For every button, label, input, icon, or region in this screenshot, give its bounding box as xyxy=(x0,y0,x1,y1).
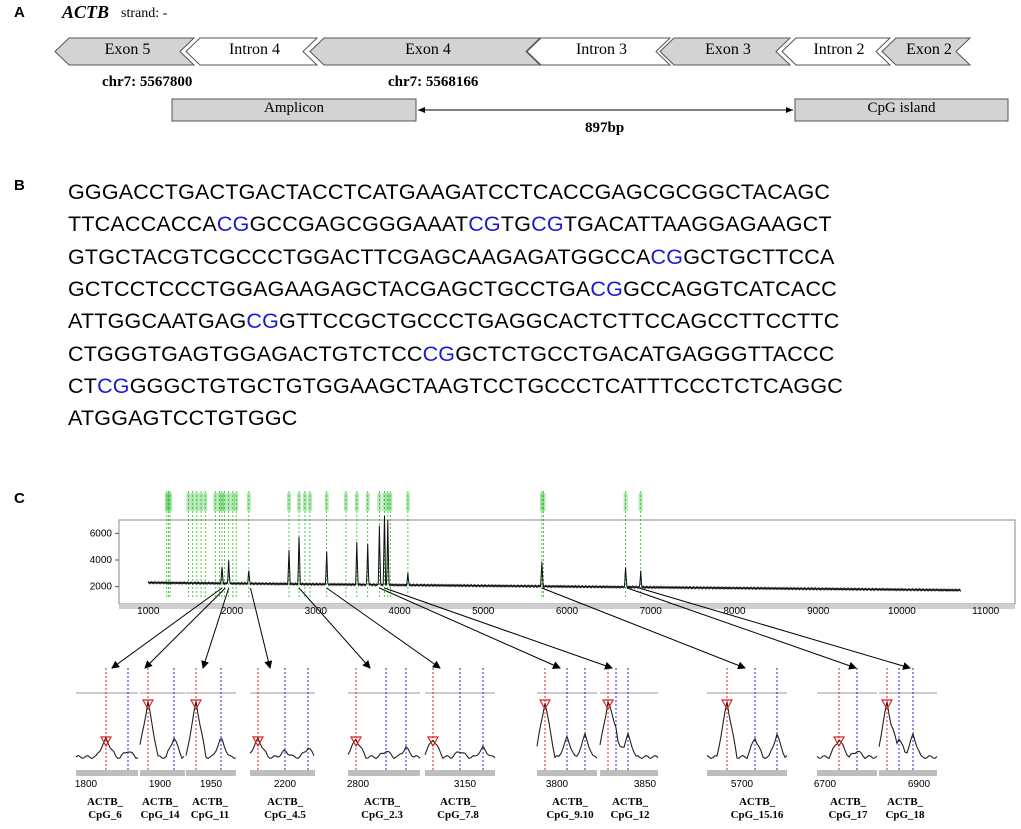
zoom-trace xyxy=(599,699,659,760)
zoom-tick-label: 6700 xyxy=(814,779,837,790)
zoom-panel: 5700 xyxy=(706,668,788,790)
zoom-tick-label: 3850 xyxy=(634,779,657,790)
zoom-trace xyxy=(75,736,139,760)
zoom-axis-bar xyxy=(186,770,236,776)
zoom-axis-bar xyxy=(600,770,658,776)
zoom-axis-bar xyxy=(250,770,315,776)
zoom-tick-label: 2800 xyxy=(347,779,370,790)
zoom-axis-bar xyxy=(348,770,420,776)
zoom-tick-label: 6900 xyxy=(908,779,931,790)
zoom-panel-label: ACTB_ CpG_12 xyxy=(610,796,650,821)
zoom-trace xyxy=(706,701,788,760)
zoom-tick-label: 3800 xyxy=(546,779,569,790)
zoom-panel: 3850 xyxy=(599,668,659,790)
zoom-panel-label: ACTB_ CpG_4.5 xyxy=(264,796,306,821)
zoom-panel-label: ACTB_ CpG_2.3 xyxy=(361,796,403,821)
zoom-axis-bar xyxy=(140,770,185,776)
zoom-panel: 1900 xyxy=(139,668,185,790)
zoom-axis-bar xyxy=(817,770,877,776)
zoom-panel-label: ACTB_ CpG_18 xyxy=(885,796,925,821)
zoom-axis-bar xyxy=(879,770,937,776)
zoom-panel: 2800 xyxy=(347,668,421,790)
zoom-axis-bar xyxy=(425,770,495,776)
zoom-axis-bar xyxy=(537,770,597,776)
zoom-panel-label: ACTB_ CpG_15.16 xyxy=(730,796,784,821)
zoom-tick-label: 1800 xyxy=(75,779,98,790)
zoom-tick-label: 2200 xyxy=(274,779,297,790)
zoom-tick-label: 5700 xyxy=(731,779,754,790)
zoom-panel-label: ACTB_ CpG_7.8 xyxy=(437,796,479,821)
zoom-panel: 3800 xyxy=(536,668,598,790)
zoom-tick-label: 1950 xyxy=(200,779,223,790)
zoom-panel-label: ACTB_ CpG_11 xyxy=(190,796,230,821)
zoom-trace xyxy=(878,701,938,760)
zoom-tick-label: 3150 xyxy=(454,779,477,790)
zoom-panels: 1800 1900 1950 2200 2800 3150 3800 3850 5700 6700… xyxy=(75,668,938,790)
zoom-panel: 3150 xyxy=(424,668,496,790)
zoom-trace xyxy=(139,701,185,760)
zoom-axis-bar xyxy=(76,770,138,776)
zoom-tick-label: 1900 xyxy=(149,779,172,790)
zoom-panel: 6900 xyxy=(878,668,938,790)
zoom-axis-bar xyxy=(707,770,787,776)
zoom-panel: 1950 xyxy=(185,668,237,790)
zoom-trace xyxy=(249,736,315,760)
zoom-panel: 2200 xyxy=(249,668,315,790)
zoom-panel: 6700 xyxy=(814,668,878,790)
zoom-panel: 1800 xyxy=(75,668,139,790)
zoom-trace xyxy=(816,739,878,760)
zoom-trace xyxy=(185,701,237,760)
